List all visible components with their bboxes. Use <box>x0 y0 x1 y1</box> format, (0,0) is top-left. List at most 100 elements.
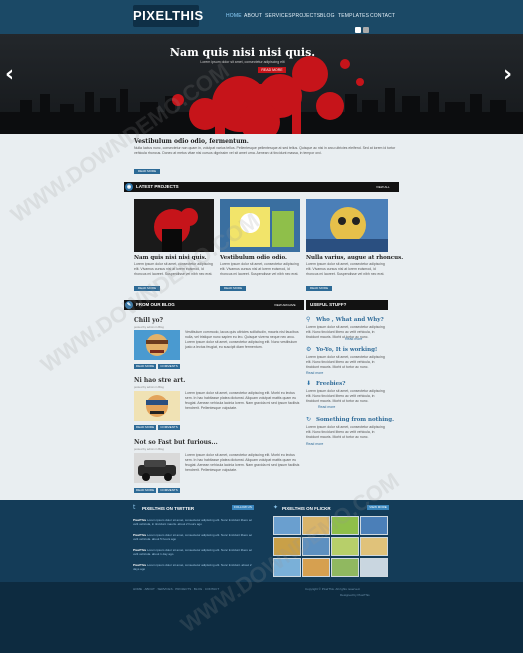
blog-post-title-1[interactable]: Chill yo? <box>134 317 163 324</box>
blog-post-thumb-2[interactable] <box>134 391 180 421</box>
useful-title-1[interactable]: Who , What and Why? <box>316 317 384 323</box>
bottom-links[interactable]: HOME · ABOUT · SERVICES · PROJECTS · BLO… <box>133 587 219 591</box>
flickr-photo-7[interactable] <box>331 537 359 556</box>
useful-link-4[interactable]: Read more <box>306 442 323 447</box>
nav-templates[interactable]: TEMPLATES <box>338 13 369 19</box>
blog-post-title-3[interactable]: Not so Fast but furious... <box>134 439 218 446</box>
blog-bar: ✎ FROM OUR BLOG VIEW ARCHIVE <box>124 300 304 310</box>
twitter-icon: t <box>133 504 136 511</box>
site-logo[interactable]: PIXELTHIS <box>133 5 203 27</box>
useful-title-4[interactable]: Something from nothing. <box>316 417 394 423</box>
tweet-text-4: Lorem ipsum dolor sit amet, consectetur … <box>133 563 252 571</box>
twitter-heading: PIXELTHIS ON TWITTER <box>142 506 195 511</box>
credits-text: Designed by PixelThis <box>340 593 370 597</box>
flickr-view-more-button[interactable]: VIEW MORE <box>367 505 389 510</box>
flickr-photo-1[interactable] <box>273 516 301 535</box>
nav-home[interactable]: HOME <box>226 13 242 19</box>
download-icon: ⬇ <box>306 380 312 387</box>
tweet-text-2: Lorem ipsum dolor sit amet, consectetur … <box>133 533 253 541</box>
tweet-text-1: Lorem ipsum dolor sit amet, consectetur … <box>133 518 253 526</box>
chat-bubble-icon: ✎ <box>125 301 133 309</box>
project-thumb-3[interactable] <box>306 199 388 252</box>
refresh-icon: ↻ <box>306 416 312 423</box>
blog-post-meta-3: posted by admin in Blog <box>134 447 164 451</box>
blog-post-title-2[interactable]: Ni hao stre art. <box>134 377 185 384</box>
blog-post-meta-2: posted by admin in Blog <box>134 385 164 389</box>
project-title-3[interactable]: Nulla varius, augue at rhoncus. <box>306 255 403 261</box>
flickr-photo-9[interactable] <box>273 558 301 577</box>
blog-post-thumb-3[interactable] <box>134 453 180 483</box>
gear-icon: ⚙ <box>306 346 312 353</box>
useful-stuff-bar: USEFUL STUFF? <box>306 300 388 310</box>
nav-about[interactable]: ABOUT <box>244 13 262 19</box>
flickr-photo-11[interactable] <box>331 558 359 577</box>
flickr-icon: ✦ <box>273 504 279 511</box>
hero-read-more-button[interactable]: READ MORE <box>258 67 286 73</box>
slider-prev-arrow-icon[interactable]: ‹ <box>5 64 14 86</box>
project-thumb-1[interactable] <box>134 199 214 252</box>
flickr-photo-10[interactable] <box>302 558 330 577</box>
useful-text-4: Lorem ipsum dolor sit amet, consectetur … <box>306 425 385 439</box>
blog-post-thumb-1[interactable] <box>134 330 180 360</box>
flickr-heading: PIXELTHIS ON FLICKR <box>282 506 331 511</box>
project-read-more-1[interactable]: READ MORE <box>134 286 160 291</box>
useful-link-2[interactable]: Read more <box>306 371 323 376</box>
tweet-3: PixelThis Lorem ipsum dolor sit amet, co… <box>133 548 255 556</box>
nav-contact[interactable]: CONTACT <box>370 13 395 19</box>
flickr-photo-8[interactable] <box>360 537 388 556</box>
slider-next-arrow-icon[interactable]: › <box>503 64 512 86</box>
project-read-more-3[interactable]: READ MORE <box>306 286 332 291</box>
blog-comments-1[interactable]: COMMENTS <box>158 364 180 369</box>
intro-heading: Vestibulum odio odio, fermentum. <box>134 138 249 145</box>
latest-projects-bar: ◉ LATEST PROJECTS VIEW ALL <box>124 182 399 192</box>
bottom-bar <box>0 582 523 653</box>
flickr-photo-6[interactable] <box>302 537 330 556</box>
blog-comments-2[interactable]: COMMENTS <box>158 425 180 430</box>
intro-read-more-button[interactable]: READ MORE <box>134 169 160 174</box>
useful-link-1[interactable]: Read more <box>345 337 362 342</box>
project-text-3: Lorem ipsum dolor sit amet, consectetur … <box>306 262 385 276</box>
useful-stuff-heading: USEFUL STUFF? <box>310 302 347 307</box>
intro-text: Nulla luctus nunc, consectetur non quam … <box>134 146 396 155</box>
blog-post-text-2: Lorem ipsum dolor sit amet, consectetur … <box>185 391 300 410</box>
blog-comments-3[interactable]: COMMENTS <box>158 488 180 493</box>
nav-blog[interactable]: BLOG <box>320 13 335 19</box>
follow-us-button[interactable]: FOLLOW US <box>232 505 254 510</box>
nav-services[interactable]: SERVICES <box>265 13 292 19</box>
project-title-2[interactable]: Vestibulum odio odio. <box>220 255 287 261</box>
blog-read-more-1[interactable]: READ MORE <box>134 364 156 369</box>
eye-icon: ◉ <box>125 183 133 191</box>
search-icon: ⚲ <box>306 316 311 323</box>
blog-read-more-2[interactable]: READ MORE <box>134 425 156 430</box>
flickr-photo-3[interactable] <box>331 516 359 535</box>
copyright-text: Copyright © PixelThis. All rights reserv… <box>305 587 361 591</box>
project-title-1[interactable]: Nam quis nisi nisi quis. <box>134 255 207 261</box>
slider-dot-1[interactable] <box>355 27 361 33</box>
tweet-1: PixelThis Lorem ipsum dolor sit amet, co… <box>133 518 255 526</box>
useful-text-2: Lorem ipsum dolor sit amet, consectetur … <box>306 355 385 369</box>
blog-heading: FROM OUR BLOG <box>136 302 175 307</box>
useful-link-3[interactable]: Read more <box>318 405 335 410</box>
nav-projects[interactable]: PROJECTS <box>292 13 320 19</box>
useful-text-3: Lorem ipsum dolor sit amet, consectetur … <box>306 389 385 403</box>
blog-read-more-3[interactable]: READ MORE <box>134 488 156 493</box>
tweet-text-3: Lorem ipsum dolor sit amet, consectetur … <box>133 548 253 556</box>
tweet-2: PixelThis Lorem ipsum dolor sit amet, co… <box>133 533 255 541</box>
flickr-photo-2[interactable] <box>302 516 330 535</box>
project-thumb-2[interactable] <box>220 199 300 252</box>
flickr-photo-12[interactable] <box>360 558 388 577</box>
view-archive-link[interactable]: VIEW ARCHIVE <box>274 300 296 310</box>
tweet-4: PixelThis Lorem ipsum dolor sit amet, co… <box>133 563 255 571</box>
project-text-2: Lorem ipsum dolor sit amet, consectetur … <box>220 262 299 276</box>
slider-dot-2[interactable] <box>363 27 369 33</box>
hero-subtitle: Lorem ipsum dolor sit amet, consectetur … <box>200 60 285 64</box>
useful-title-2[interactable]: Yo-Yo, It is working! <box>316 347 377 353</box>
blog-post-text-3: Lorem ipsum dolor sit amet, consectetur … <box>185 453 300 472</box>
project-read-more-2[interactable]: READ MORE <box>220 286 246 291</box>
footer <box>0 500 523 582</box>
view-all-link[interactable]: VIEW ALL <box>376 182 390 192</box>
latest-projects-heading: LATEST PROJECTS <box>136 184 179 189</box>
useful-title-3[interactable]: Freebies? <box>316 381 345 387</box>
flickr-photo-4[interactable] <box>360 516 388 535</box>
flickr-photo-5[interactable] <box>273 537 301 556</box>
